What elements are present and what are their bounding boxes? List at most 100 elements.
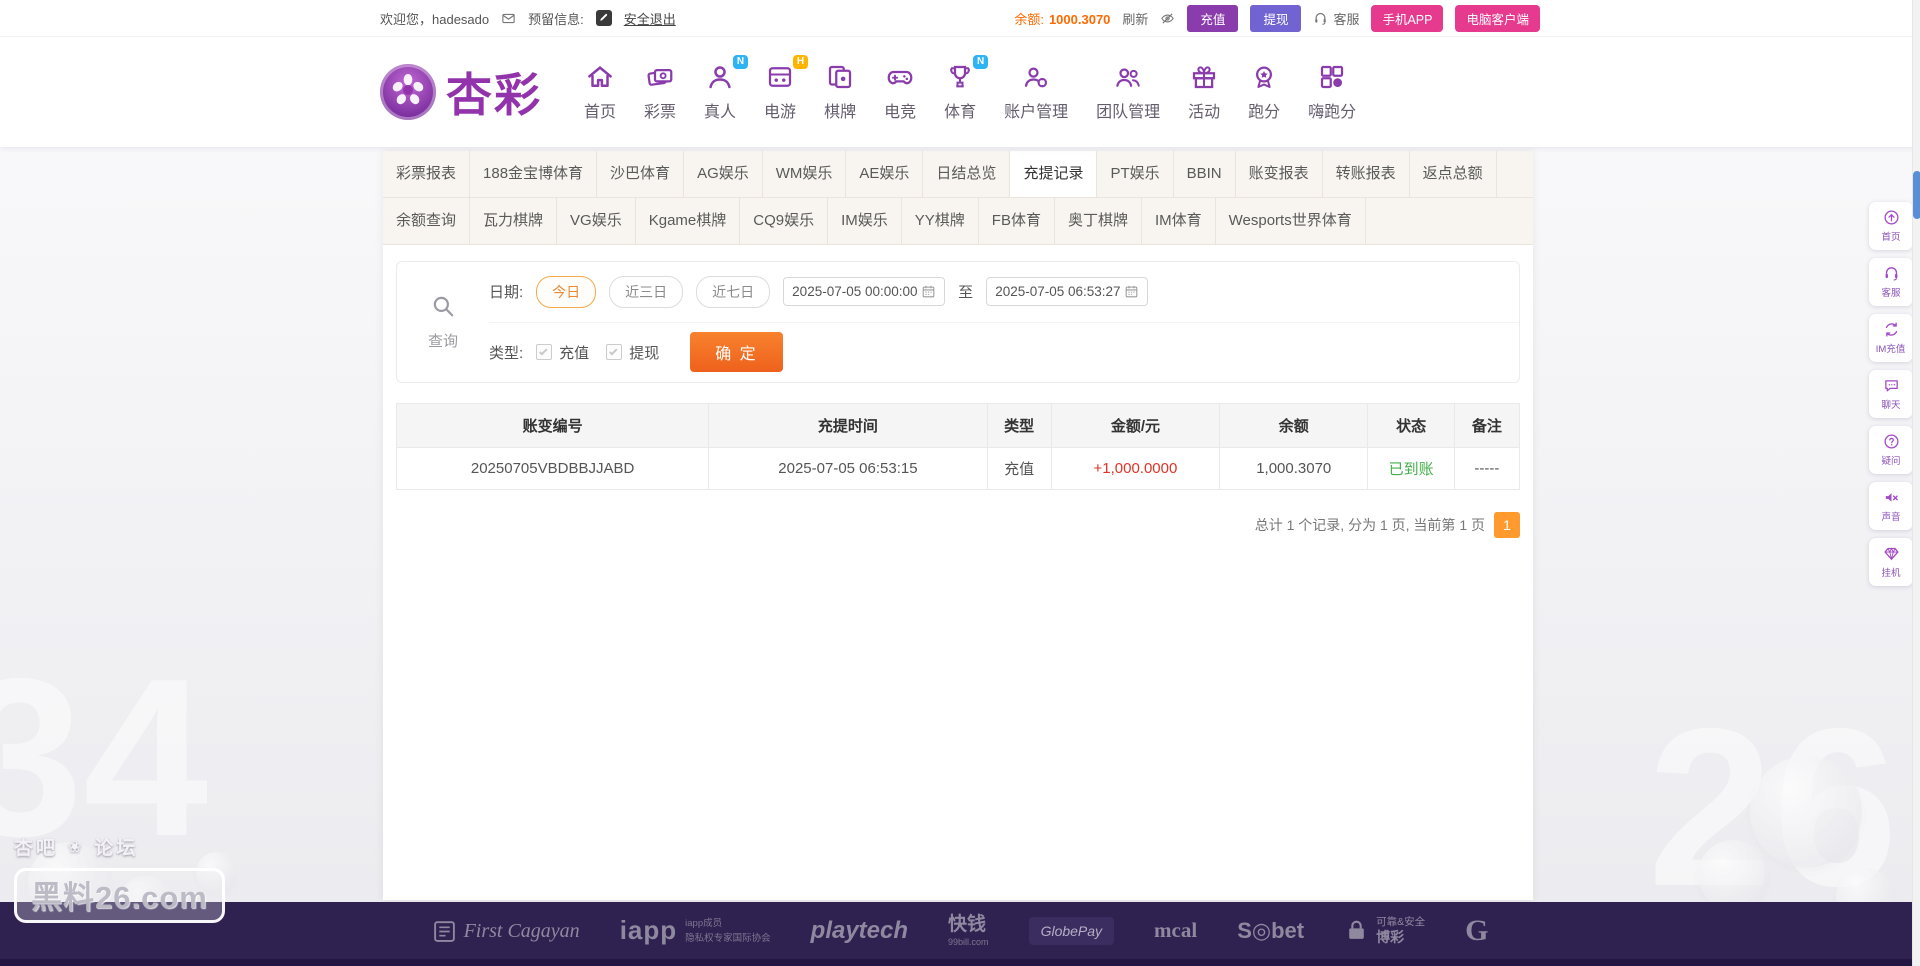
nav-item[interactable]: N 真人 xyxy=(690,55,750,122)
question-icon xyxy=(1883,433,1900,450)
nav-item[interactable]: 账户管理 xyxy=(990,62,1082,122)
sidebar-button[interactable]: 客服 xyxy=(1869,258,1913,306)
type-option[interactable]: 提现 xyxy=(606,342,659,363)
nav-item[interactable]: 嗨跑分 xyxy=(1294,62,1370,122)
page-scrollbar[interactable] xyxy=(1912,0,1920,966)
nav-item[interactable]: N 体育 xyxy=(930,55,990,122)
partner-logo-subtext: 博彩 xyxy=(1376,928,1405,945)
tab[interactable]: 返点总额 xyxy=(1410,151,1497,197)
partner-logo: playtech xyxy=(811,917,908,946)
logout-link[interactable]: 安全退出 xyxy=(624,9,676,28)
deposit-button[interactable]: 充值 xyxy=(1187,4,1239,32)
mail-icon[interactable] xyxy=(501,11,516,26)
mobile-app-button[interactable]: 手机APP xyxy=(1371,4,1444,32)
table-header: 充提时间 xyxy=(708,403,988,448)
tab-row-1: 彩票报表 188金宝博体育 沙巴体育 AG娱乐 WM娱乐 AE娱乐 日结总览 充提记录 PT娱乐… xyxy=(383,151,1533,198)
partner-logo-text: 快钱 xyxy=(948,914,987,936)
brand-logo[interactable]: 杏彩 xyxy=(380,59,542,125)
sidebar-button[interactable]: 声音 xyxy=(1869,482,1913,530)
checkbox[interactable] xyxy=(536,344,553,361)
date-preset-button[interactable]: 近三日 xyxy=(609,275,684,308)
lock-icon xyxy=(1344,918,1369,943)
tab[interactable]: YY棋牌 xyxy=(902,198,979,244)
tab[interactable]: CQ9娱乐 xyxy=(740,198,829,244)
checkbox[interactable] xyxy=(606,344,623,361)
date-from-input[interactable]: 2025-07-05 00:00:00 xyxy=(783,277,946,307)
recharge-icon xyxy=(1883,321,1900,338)
customer-service-link[interactable]: 客服 xyxy=(1313,9,1359,28)
tab[interactable]: Wesports世界体育 xyxy=(1216,198,1366,244)
tab[interactable]: BBIN xyxy=(1174,151,1236,197)
tab[interactable]: 瓦力棋牌 xyxy=(470,198,558,244)
watermark-right-text: 论坛 xyxy=(94,838,139,859)
tab[interactable]: FB体育 xyxy=(979,198,1055,244)
tab[interactable]: AG娱乐 xyxy=(684,151,763,197)
sidebar-button[interactable]: 首页 xyxy=(1869,202,1913,250)
tab[interactable]: Kgame棋牌 xyxy=(636,198,741,244)
pc-client-button[interactable]: 电脑客户端 xyxy=(1455,4,1540,32)
floating-sidebar: 首页 客服 IM充值 聊天 疑问 声音 挂机 xyxy=(1869,202,1913,586)
withdraw-button[interactable]: 提现 xyxy=(1250,4,1302,32)
partner-logo: GlobePay xyxy=(1028,916,1115,946)
refresh-link[interactable]: 刷新 xyxy=(1122,9,1148,28)
partner-logo-text: G xyxy=(1465,914,1489,947)
edit-icon[interactable] xyxy=(595,10,612,26)
sidebar-button-label: 聊天 xyxy=(1881,400,1901,411)
calendar-icon[interactable] xyxy=(921,284,936,299)
tab[interactable]: 奥丁棋牌 xyxy=(1055,198,1142,244)
sidebar-button-label: 客服 xyxy=(1881,288,1901,299)
tab[interactable]: VG娱乐 xyxy=(557,198,636,244)
date-preset-button[interactable]: 今日 xyxy=(536,275,597,308)
tab[interactable]: WM娱乐 xyxy=(763,151,847,197)
nav-item[interactable]: 首页 xyxy=(570,62,630,122)
nav-item[interactable]: 活动 xyxy=(1174,62,1234,122)
live-icon xyxy=(705,62,735,92)
tab[interactable]: 余额查询 xyxy=(383,198,471,244)
partner-logo: G xyxy=(1465,913,1488,949)
eye-off-icon[interactable] xyxy=(1160,11,1175,26)
sidebar-button[interactable]: 聊天 xyxy=(1869,370,1913,418)
cell-time: 2025-07-05 06:53:15 xyxy=(708,447,988,490)
tab[interactable]: 沙巴体育 xyxy=(597,151,685,197)
nav-item[interactable]: H 电游 xyxy=(750,55,810,122)
nav-item-label: 棋牌 xyxy=(824,104,857,121)
tab[interactable]: 账变报表 xyxy=(1236,151,1323,197)
nav-item[interactable]: 棋牌 xyxy=(810,62,870,122)
tab[interactable]: 充提记录 xyxy=(1010,151,1098,197)
nav-item[interactable]: 跑分 xyxy=(1234,62,1294,122)
tab[interactable]: IM体育 xyxy=(1142,198,1216,244)
date-preset-button[interactable]: 近七日 xyxy=(696,275,771,308)
welcome-text: 欢迎您，hadesado xyxy=(380,11,490,27)
tab[interactable]: 转账报表 xyxy=(1323,151,1410,197)
confirm-button[interactable]: 确 定 xyxy=(690,332,783,373)
tab[interactable]: PT娱乐 xyxy=(1097,151,1174,197)
tab[interactable]: AE娱乐 xyxy=(846,151,924,197)
tab[interactable]: 日结总览 xyxy=(923,151,1011,197)
tab-row-2: 余额查询 瓦力棋牌 VG娱乐 Kgame棋牌 CQ9娱乐 IM娱乐 YY棋牌 FB体育 奥丁棋牌… xyxy=(383,198,1533,245)
nav-item[interactable]: 电竞 xyxy=(870,62,930,122)
sidebar-button[interactable]: IM充值 xyxy=(1869,314,1913,362)
sidebar-button[interactable]: 挂机 xyxy=(1869,538,1913,586)
topbar: 欢迎您，hadesado 预留信息: 安全退出 余额: 1000.3070 刷新 … xyxy=(0,0,1920,37)
nav-item[interactable]: 彩票 xyxy=(630,62,690,122)
page-1-button[interactable]: 1 xyxy=(1494,512,1520,538)
scrollbar-thumb[interactable] xyxy=(1913,171,1920,219)
sidebar-button-label: 疑问 xyxy=(1881,456,1901,467)
brand-name: 杏彩 xyxy=(446,68,542,122)
calendar-icon[interactable] xyxy=(1124,284,1139,299)
tab[interactable]: IM娱乐 xyxy=(828,198,902,244)
tab[interactable]: 彩票报表 xyxy=(383,151,471,197)
type-option[interactable]: 充值 xyxy=(536,342,589,363)
headset-icon xyxy=(1883,265,1900,282)
content-panel: 彩票报表 188金宝博体育 沙巴体育 AG娱乐 WM娱乐 AE娱乐 日结总览 充提记录 PT娱乐… xyxy=(383,151,1533,900)
table-body: 20250705VBDBBJJABD 2025-07-05 06:53:15 充… xyxy=(395,447,1521,490)
nav-badge: H xyxy=(793,55,809,69)
cell-status: 已到账 xyxy=(1367,447,1455,490)
date-to-input[interactable]: 2025-07-05 06:53:27 xyxy=(986,277,1149,307)
tab[interactable]: 188金宝博体育 xyxy=(470,151,598,197)
nav-item[interactable]: 团队管理 xyxy=(1082,62,1174,122)
check-icon xyxy=(539,347,548,356)
sidebar-button[interactable]: 疑问 xyxy=(1869,426,1913,474)
partner-logo: 快钱 99bill.com xyxy=(948,914,989,948)
records-table: 账变编号 充提时间 类型 金额/元 余额 状态 备注 20250705VBDBBJJABD … xyxy=(395,403,1521,490)
